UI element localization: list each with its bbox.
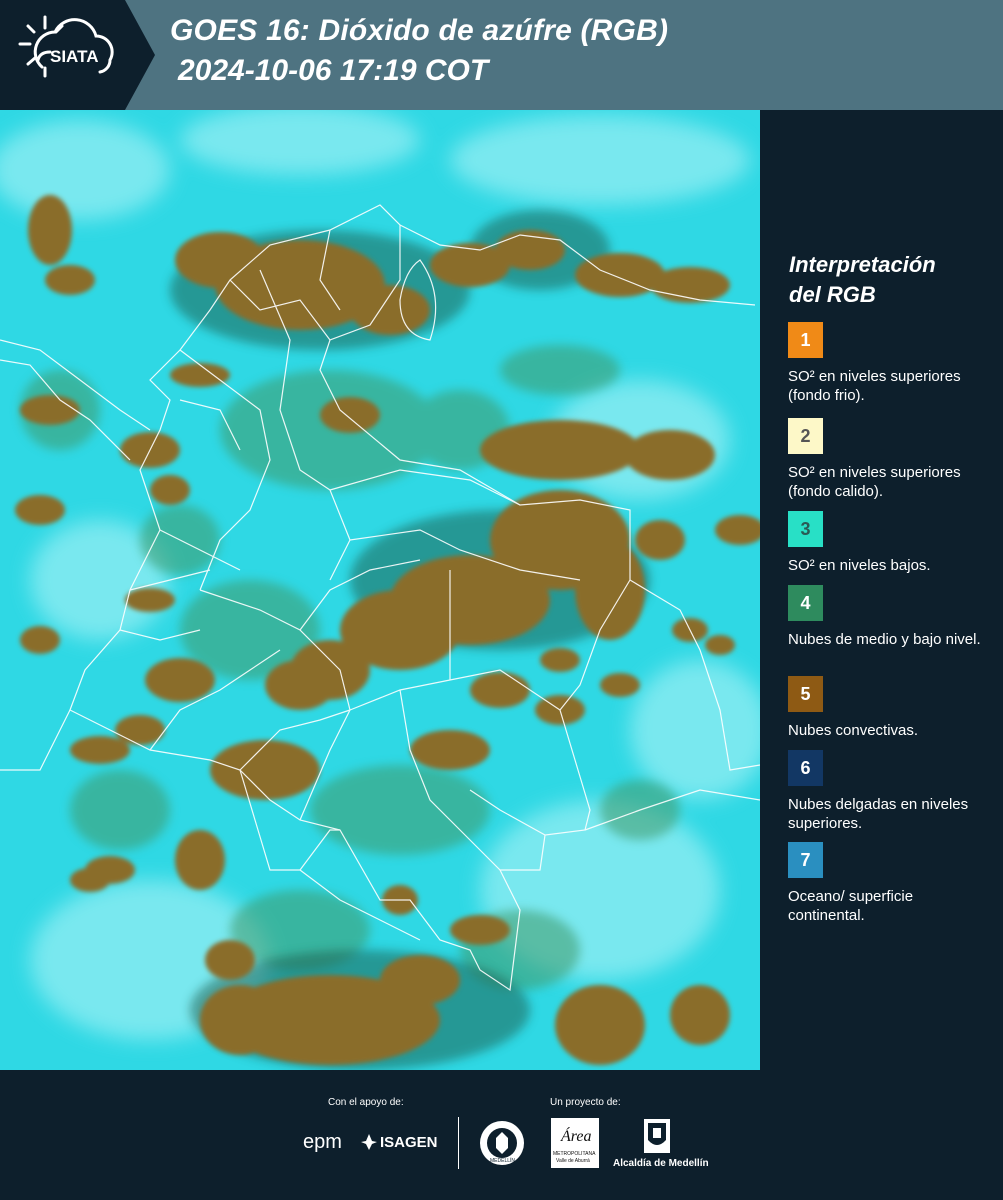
legend-label-2: SO² en niveles superiores (fondo calido)… (788, 464, 961, 500)
area-logo-sub: METROPOLITANA (553, 1151, 596, 1157)
legend-swatch-6: 6 (788, 750, 823, 786)
legend-label-1: SO² en niveles superiores (fondo frio). (788, 368, 961, 404)
medellin-seal-text: MEDELLÍN (490, 1158, 516, 1164)
legend-item-7: 7 Oceano/ superficie continental. (788, 842, 993, 925)
isagen-icon (361, 1134, 377, 1150)
legend-swatch-4: 4 (788, 585, 823, 621)
isagen-logo: ISAGEN (380, 1134, 438, 1151)
header: SIATA GOES 16: Dióxido de azúfre (RGB) 2… (0, 0, 1003, 110)
legend-num-7: 7 (800, 849, 811, 870)
legend-item-4: 4 Nubes de medio y bajo nivel. (788, 585, 993, 649)
legend-num-1: 1 (800, 329, 811, 350)
area-metropolitana-logo: Área METROPOLITANA Valle de Aburrá (551, 1118, 599, 1168)
footer-divider (458, 1117, 459, 1169)
legend-item-5: 5 Nubes convectivas. (788, 676, 993, 740)
legend-num-2: 2 (800, 425, 811, 446)
satellite-map[interactable] (0, 110, 760, 1070)
support-label: Con el apoyo de: (328, 1097, 404, 1108)
satellite-image (0, 110, 760, 1070)
legend-num-5: 5 (800, 683, 811, 704)
page-timestamp: 2024-10-06 17:19 COT (178, 54, 489, 87)
footer: Con el apoyo de: Un proyecto de: epm ISA… (0, 1070, 1003, 1200)
legend-label-5: Nubes convectivas. (788, 722, 919, 739)
area-logo-sub2: Valle de Aburrá (556, 1158, 590, 1164)
project-label: Un proyecto de: (550, 1097, 621, 1108)
logo-panel: SIATA (0, 0, 155, 110)
legend-title: Interpretación del RGB (789, 250, 994, 310)
epm-logo: epm (303, 1131, 342, 1153)
legend-swatch-1: 1 (788, 322, 823, 358)
page-title: GOES 16: Dióxido de azúfre (RGB) (170, 14, 669, 47)
legend-label-3: SO² en niveles bajos. (788, 557, 931, 574)
legend-swatch-3: 3 (788, 511, 823, 547)
legend-title-line1: Interpretación (789, 252, 936, 277)
siata-logo-text: SIATA (50, 47, 98, 66)
legend-num-4: 4 (800, 592, 811, 613)
legend-label-4: Nubes de medio y bajo nivel. (788, 631, 981, 648)
legend-item-2: 2 SO² en niveles superiores (fondo calid… (788, 418, 993, 501)
legend-swatch-7: 7 (788, 842, 823, 878)
area-logo-title: Área (561, 1128, 592, 1145)
legend-item-1: 1 SO² en niveles superiores (fondo frio)… (788, 322, 993, 405)
legend-swatch-5: 5 (788, 676, 823, 712)
alcaldia-label: Alcaldía de Medellín (613, 1158, 709, 1169)
legend-item-3: 3 SO² en niveles bajos. (788, 511, 993, 575)
legend-title-line2: del RGB (789, 282, 876, 307)
legend-num-3: 3 (800, 518, 811, 539)
legend-num-6: 6 (800, 757, 811, 778)
legend-swatch-2: 2 (788, 418, 823, 454)
legend-label-6: Nubes delgadas en niveles superiores. (788, 796, 969, 832)
legend-label-7: Oceano/ superficie continental. (788, 888, 914, 924)
alcaldia-crest-icon (644, 1119, 670, 1153)
legend-item-6: 6 Nubes delgadas en niveles superiores. (788, 750, 993, 833)
